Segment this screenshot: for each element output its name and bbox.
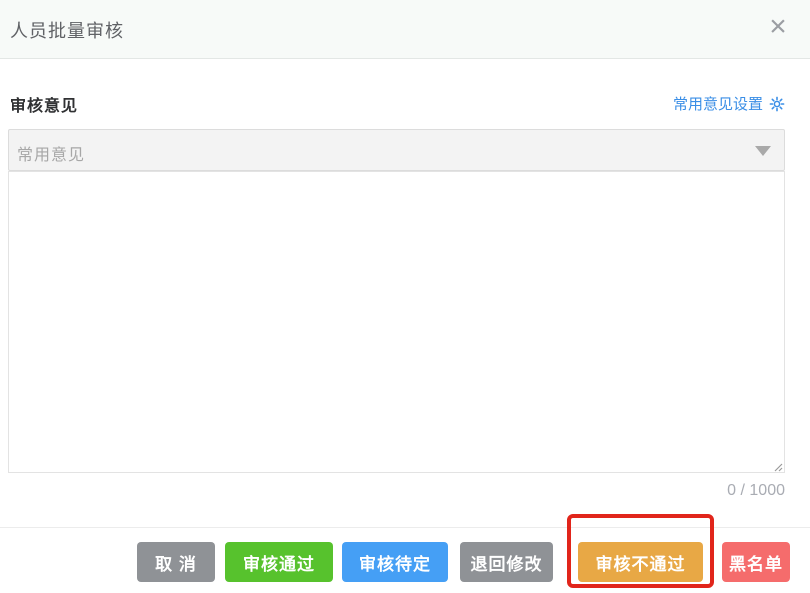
reject-button[interactable]: 审核不通过 <box>578 542 703 582</box>
dropdown-placeholder: 常用意见 <box>17 147 86 164</box>
approve-button[interactable]: 审核通过 <box>225 542 333 582</box>
opinion-textarea[interactable] <box>9 172 784 472</box>
modal-title: 人员批量审核 <box>10 21 124 41</box>
gear-icon[interactable] <box>769 96 785 112</box>
footer-divider <box>0 527 810 528</box>
chevron-down-icon <box>755 146 771 156</box>
batch-review-modal: 人员批量审核 × 审核意见 常用意见设置 常用意见 0 / 1000 取 消 审… <box>0 0 810 593</box>
common-opinions-dropdown[interactable]: 常用意见 <box>8 129 785 171</box>
cancel-button[interactable]: 取 消 <box>137 542 215 582</box>
blacklist-button[interactable]: 黑名单 <box>722 542 790 582</box>
char-counter: 0 / 1000 <box>727 482 785 499</box>
common-opinion-settings-link[interactable]: 常用意见设置 <box>673 93 785 114</box>
modal-header: 人员批量审核 × <box>0 0 810 59</box>
resize-handle-icon[interactable] <box>771 459 783 472</box>
review-opinion-label: 审核意见 <box>10 98 79 115</box>
settings-link-label: 常用意见设置 <box>672 96 763 113</box>
review-pending-button[interactable]: 审核待定 <box>342 542 448 582</box>
section-row: 审核意见 常用意见设置 <box>10 92 785 115</box>
return-for-modification-button[interactable]: 退回修改 <box>460 542 553 582</box>
close-icon[interactable]: × <box>762 6 794 48</box>
opinion-textarea-wrap <box>8 171 785 473</box>
